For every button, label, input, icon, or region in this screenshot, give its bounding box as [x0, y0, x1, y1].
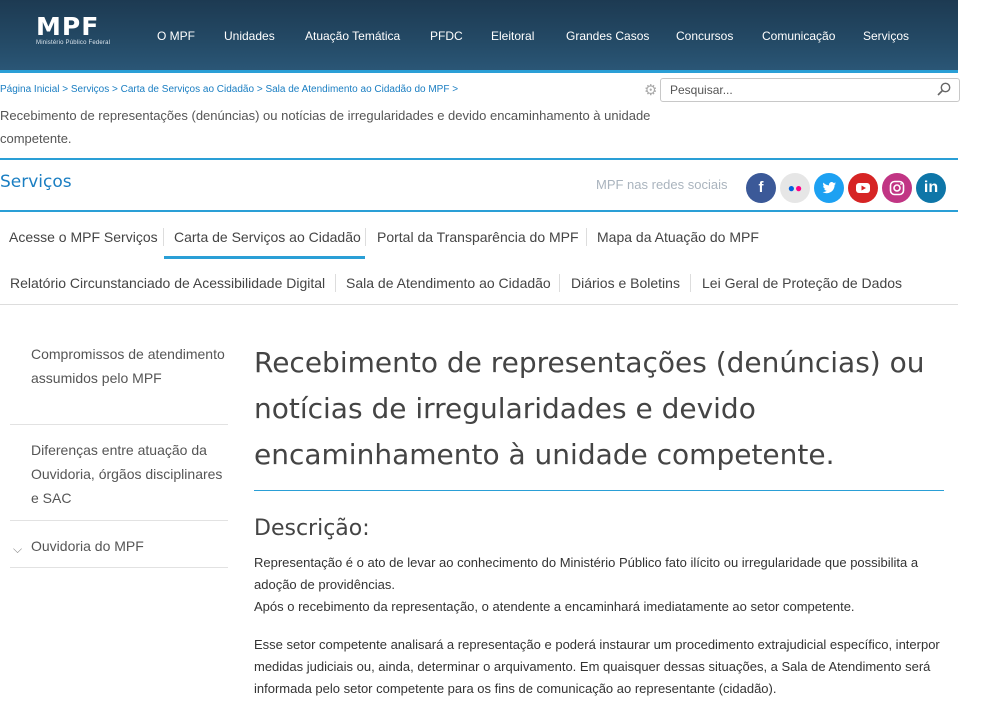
tab-portal-transparencia[interactable]: Portal da Transparência do MPF: [377, 229, 579, 245]
linkedin-icon[interactable]: in: [916, 173, 946, 203]
side-menu-divider: [10, 520, 228, 521]
search-icon[interactable]: [937, 82, 951, 101]
tab-separator: [365, 228, 366, 246]
side-menu-item-diferencas[interactable]: Diferenças entre atuação da Ouvidoria, ó…: [10, 438, 228, 510]
breadcrumb-carta-servicos[interactable]: Carta de Serviços ao Cidadão >: [121, 84, 263, 95]
search-box: [660, 78, 960, 102]
tab-separator: [690, 274, 691, 292]
nav-grandes-casos[interactable]: Grandes Casos: [566, 29, 649, 43]
nav-eleitoral[interactable]: Eleitoral: [491, 29, 534, 43]
mpf-logo[interactable]: MPF Ministério Público Federal: [36, 14, 110, 46]
flickr-icon[interactable]: ●●: [780, 173, 810, 203]
description-paragraph: Esse setor competente analisará a repres…: [254, 637, 940, 696]
active-tab-indicator: [164, 256, 365, 259]
description-heading: Descrição:: [254, 516, 370, 541]
chevron-down-icon: ⌵: [13, 542, 23, 556]
breadcrumb-home[interactable]: Página Inicial >: [0, 84, 68, 95]
tab-separator: [586, 228, 587, 246]
breadcrumb-servicos[interactable]: Serviços >: [71, 84, 118, 95]
divider-top: [0, 158, 958, 160]
tab-sala-atendimento[interactable]: Sala de Atendimento ao Cidadão: [346, 275, 551, 291]
nav-atuacao-tematica[interactable]: Atuação Temática: [305, 29, 400, 43]
title-divider: [254, 490, 944, 491]
nav-servicos[interactable]: Serviços: [863, 29, 909, 43]
twitter-icon[interactable]: [814, 173, 844, 203]
description-paragraph: Após o recebimento da representação, o a…: [254, 599, 855, 614]
search-input[interactable]: [670, 82, 920, 98]
nav-concursos[interactable]: Concursos: [676, 29, 733, 43]
side-menu-item-compromissos[interactable]: Compromissos de atendimento assumidos pe…: [10, 342, 228, 390]
breadcrumb: Página Inicial > Serviços > Carta de Ser…: [0, 84, 458, 95]
side-menu-divider: [10, 567, 228, 568]
tab-mapa-atuacao[interactable]: Mapa da Atuação do MPF: [597, 229, 759, 245]
instagram-icon[interactable]: [882, 173, 912, 203]
tab-separator: [163, 228, 164, 246]
side-menu-label: Compromissos de atendimento assumidos pe…: [31, 346, 225, 386]
side-menu-label: Ouvidoria do MPF: [31, 538, 144, 554]
tab-carta-servicos[interactable]: Carta de Serviços ao Cidadão: [174, 229, 361, 245]
tab-separator: [335, 274, 336, 292]
logo-text: MPF: [36, 12, 100, 41]
section-title[interactable]: Serviços: [0, 172, 72, 192]
youtube-icon[interactable]: [848, 173, 878, 203]
logo-subtitle: Ministério Público Federal: [36, 40, 111, 46]
nav-comunicacao[interactable]: Comunicação: [762, 29, 835, 43]
tab-separator: [559, 274, 560, 292]
tabs-divider: [0, 304, 958, 305]
breadcrumb-sala-atendimento[interactable]: Sala de Atendimento ao Cidadão do MPF >: [265, 84, 458, 95]
tab-relatorio-acessibilidade[interactable]: Relatório Circunstanciado de Acessibilid…: [10, 275, 325, 291]
nav-o-mpf[interactable]: O MPF: [157, 29, 195, 43]
settings-gear-icon[interactable]: ⚙: [644, 81, 657, 99]
nav-pfdc[interactable]: PFDC: [430, 29, 463, 43]
page-subtitle: Recebimento de representações (denúncias…: [0, 108, 651, 146]
site-header: MPF Ministério Público Federal O MPF Uni…: [0, 0, 958, 70]
side-menu-label: Diferenças entre atuação da Ouvidoria, ó…: [31, 442, 223, 506]
side-menu-divider: [10, 424, 228, 425]
social-label: MPF nas redes sociais: [596, 177, 728, 192]
page-title: Recebimento de representações (denúncias…: [254, 346, 925, 471]
tab-lgpd[interactable]: Lei Geral de Proteção de Dados: [702, 275, 902, 291]
nav-unidades[interactable]: Unidades: [224, 29, 275, 43]
header-accent-line: [0, 70, 958, 73]
facebook-icon[interactable]: f: [746, 173, 776, 203]
tab-diarios-boletins[interactable]: Diários e Boletins: [571, 275, 680, 291]
side-menu-item-ouvidoria[interactable]: ⌵ Ouvidoria do MPF: [10, 534, 228, 558]
tab-acesse-mpf-servicos[interactable]: Acesse o MPF Serviços: [9, 229, 158, 245]
description-paragraph: Representação é o ato de levar ao conhec…: [254, 555, 919, 592]
divider-bottom: [0, 210, 958, 212]
